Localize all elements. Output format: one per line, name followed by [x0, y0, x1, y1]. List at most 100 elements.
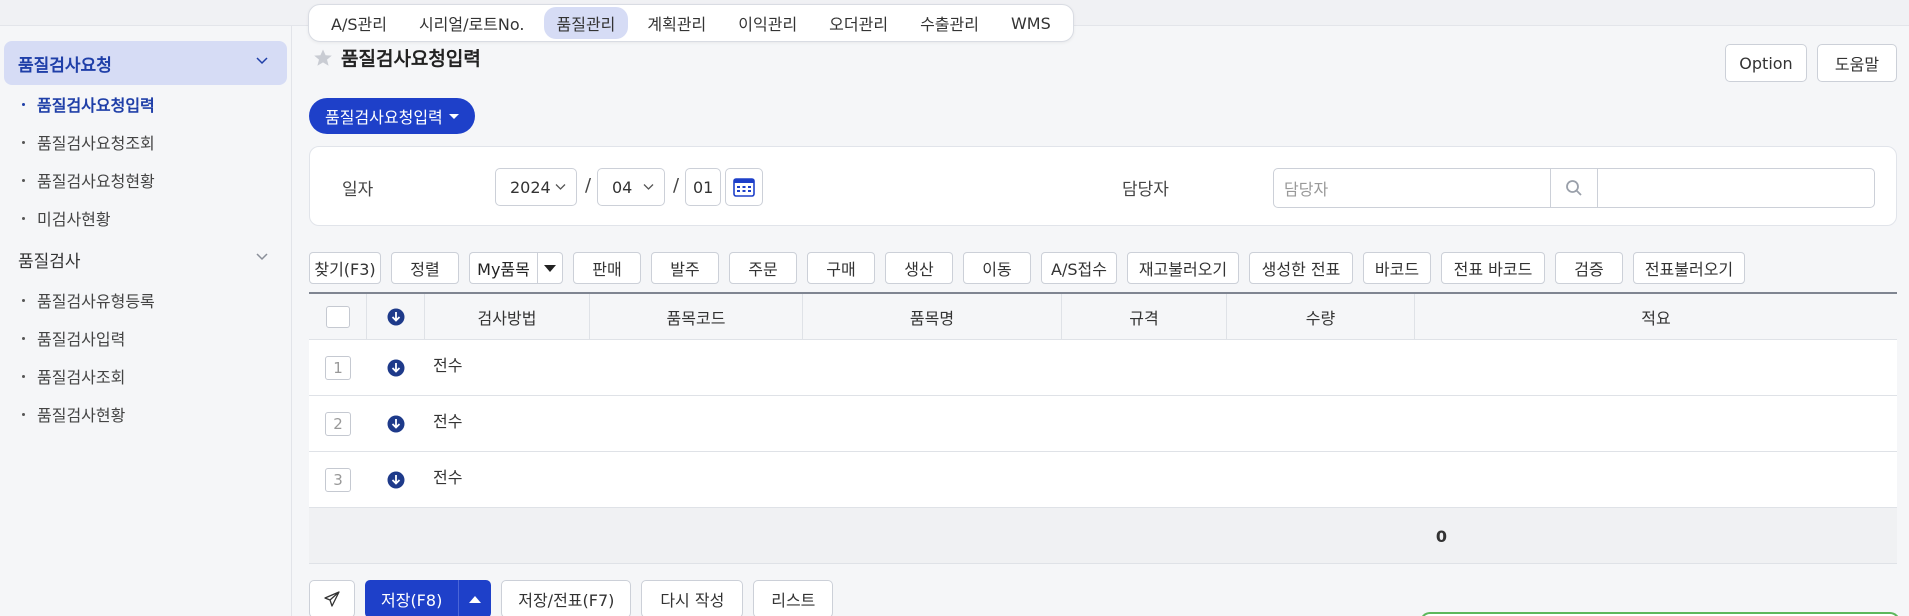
- save-options-button[interactable]: [459, 580, 491, 616]
- my-items-split-button: My품목: [469, 252, 563, 284]
- my-items-dropdown[interactable]: [537, 252, 563, 284]
- save-button[interactable]: 저장(F8): [365, 580, 460, 616]
- col-header-item-code[interactable]: 품목코드: [590, 294, 803, 339]
- validate-button[interactable]: 검증: [1555, 252, 1623, 284]
- rewrite-button[interactable]: 다시 작성: [641, 580, 744, 616]
- download-circle-icon[interactable]: [387, 308, 405, 326]
- item-name-cell[interactable]: [803, 340, 1062, 395]
- sidebar-item-request-inquiry[interactable]: 품질검사요청조회: [0, 123, 291, 161]
- menu-tab-order[interactable]: 오더관리: [816, 7, 901, 39]
- find-button[interactable]: 찾기(F3): [309, 252, 381, 284]
- bullet-icon: [22, 336, 25, 340]
- as-receipt-button[interactable]: A/S접수: [1041, 252, 1117, 284]
- spec-cell[interactable]: [1062, 396, 1227, 451]
- download-circle-icon[interactable]: [387, 471, 405, 489]
- save-slip-button[interactable]: 저장/전표(F7): [501, 580, 632, 616]
- date-label: 일자: [342, 180, 374, 200]
- sidebar-item-inspection-input[interactable]: 품질검사입력: [0, 319, 291, 357]
- star-icon[interactable]: [313, 48, 333, 68]
- method-cell[interactable]: 전수: [425, 452, 590, 507]
- item-name-cell[interactable]: [803, 396, 1062, 451]
- bottom-actions: 저장(F8) 저장/전표(F7) 다시 작성 리스트: [309, 580, 843, 616]
- select-all-checkbox[interactable]: [325, 305, 350, 328]
- send-button[interactable]: [309, 580, 355, 616]
- spec-cell[interactable]: [1062, 340, 1227, 395]
- list-button[interactable]: 리스트: [753, 580, 834, 616]
- main-content: 품질검사요청입력 Option 도움말 품질검사요청입력 일자 2024 / 0…: [293, 26, 1909, 616]
- manager-input[interactable]: 담당자: [1273, 168, 1551, 208]
- sidebar-item-type-register[interactable]: 품질검사유형등록: [0, 281, 291, 319]
- my-items-button[interactable]: My품목: [469, 252, 537, 284]
- item-code-cell[interactable]: [590, 396, 803, 451]
- menu-tab-wms[interactable]: WMS: [998, 10, 1064, 37]
- sidebar-item-request-input[interactable]: 품질검사요청입력: [0, 85, 291, 123]
- menu-tab-profit[interactable]: 이익관리: [725, 7, 810, 39]
- method-cell[interactable]: 전수: [425, 396, 590, 451]
- col-header-remarks[interactable]: 적요: [1415, 294, 1897, 339]
- qty-cell[interactable]: [1227, 340, 1415, 395]
- item-code-cell[interactable]: [590, 452, 803, 507]
- spec-cell[interactable]: [1062, 452, 1227, 507]
- month-select[interactable]: 04: [597, 168, 665, 206]
- sidebar-item-inspection-inquiry[interactable]: 품질검사조회: [0, 357, 291, 395]
- row-number[interactable]: 2: [325, 411, 351, 436]
- order-button[interactable]: 주문: [729, 252, 797, 284]
- option-button[interactable]: Option: [1725, 44, 1807, 82]
- sidebar-group-quality-inspection[interactable]: 품질검사: [4, 237, 287, 281]
- load-stock-button[interactable]: 재고불러오기: [1127, 252, 1239, 284]
- remarks-cell[interactable]: [1415, 340, 1897, 395]
- bullet-icon: [22, 298, 25, 302]
- remarks-cell[interactable]: [1415, 396, 1897, 451]
- transfer-button[interactable]: 이동: [963, 252, 1031, 284]
- purchase-order-button[interactable]: 발주: [651, 252, 719, 284]
- table-row: 1 전수: [309, 340, 1897, 396]
- item-code-cell[interactable]: [590, 340, 803, 395]
- barcode-button[interactable]: 바코드: [1363, 252, 1431, 284]
- bullet-icon: [22, 140, 25, 144]
- col-header-item-name[interactable]: 품목명: [803, 294, 1062, 339]
- qty-cell[interactable]: [1227, 396, 1415, 451]
- form-tab-request-input[interactable]: 품질검사요청입력: [309, 98, 475, 134]
- slip-barcode-button[interactable]: 전표 바코드: [1441, 252, 1545, 284]
- sidebar-item-inspection-status[interactable]: 품질검사현황: [0, 395, 291, 433]
- sidebar-item-uninspected[interactable]: 미검사현황: [0, 199, 291, 237]
- col-header-method[interactable]: 검사방법: [425, 294, 590, 339]
- col-header-spec[interactable]: 규격: [1062, 294, 1227, 339]
- manager-name-field[interactable]: [1597, 168, 1875, 208]
- menu-tab-plan[interactable]: 계획관리: [634, 7, 719, 39]
- date-separator: /: [585, 175, 592, 196]
- calendar-button[interactable]: [725, 168, 763, 206]
- item-name-cell[interactable]: [803, 452, 1062, 507]
- menu-tab-as[interactable]: A/S관리: [318, 7, 400, 39]
- qty-cell[interactable]: [1227, 452, 1415, 507]
- sidebar-group-quality-request[interactable]: 품질검사요청: [4, 41, 287, 85]
- select-all-cell: [309, 294, 367, 339]
- row-number[interactable]: 3: [325, 467, 351, 492]
- production-button[interactable]: 생산: [885, 252, 953, 284]
- col-header-qty[interactable]: 수량: [1227, 294, 1415, 339]
- row-action-cell: [367, 452, 425, 507]
- menu-tab-export[interactable]: 수출관리: [907, 7, 992, 39]
- created-slip-button[interactable]: 생성한 전표: [1249, 252, 1353, 284]
- menu-tab-serial-lot[interactable]: 시리얼/로트No.: [406, 7, 538, 39]
- day-input[interactable]: 01: [685, 168, 721, 206]
- manager-search-button[interactable]: [1551, 168, 1597, 208]
- row-num-cell: 2: [309, 396, 367, 451]
- help-button[interactable]: 도움말: [1817, 44, 1897, 82]
- menu-tab-quality[interactable]: 품질관리: [543, 7, 629, 39]
- buy-button[interactable]: 구매: [807, 252, 875, 284]
- method-cell[interactable]: 전수: [425, 340, 590, 395]
- sort-button[interactable]: 정렬: [391, 252, 459, 284]
- remarks-cell[interactable]: [1415, 452, 1897, 507]
- download-circle-icon[interactable]: [387, 359, 405, 377]
- manager-label: 담당자: [1122, 180, 1169, 200]
- bullet-icon: [22, 412, 25, 416]
- download-circle-icon[interactable]: [387, 415, 405, 433]
- load-slip-button[interactable]: 전표불러오기: [1633, 252, 1745, 284]
- sidebar-item-request-status[interactable]: 품질검사요청현황: [0, 161, 291, 199]
- year-select[interactable]: 2024: [495, 168, 577, 206]
- row-number[interactable]: 1: [325, 355, 351, 380]
- grid-toolbar: 찾기(F3) 정렬 My품목 판매 발주 주문 구매 생산 이동 A/S접수 재…: [309, 252, 1745, 286]
- sidebar: 품질검사요청 품질검사요청입력 품질검사요청조회 품질검사요청현황 미검사현황 …: [0, 26, 292, 616]
- sales-button[interactable]: 판매: [573, 252, 641, 284]
